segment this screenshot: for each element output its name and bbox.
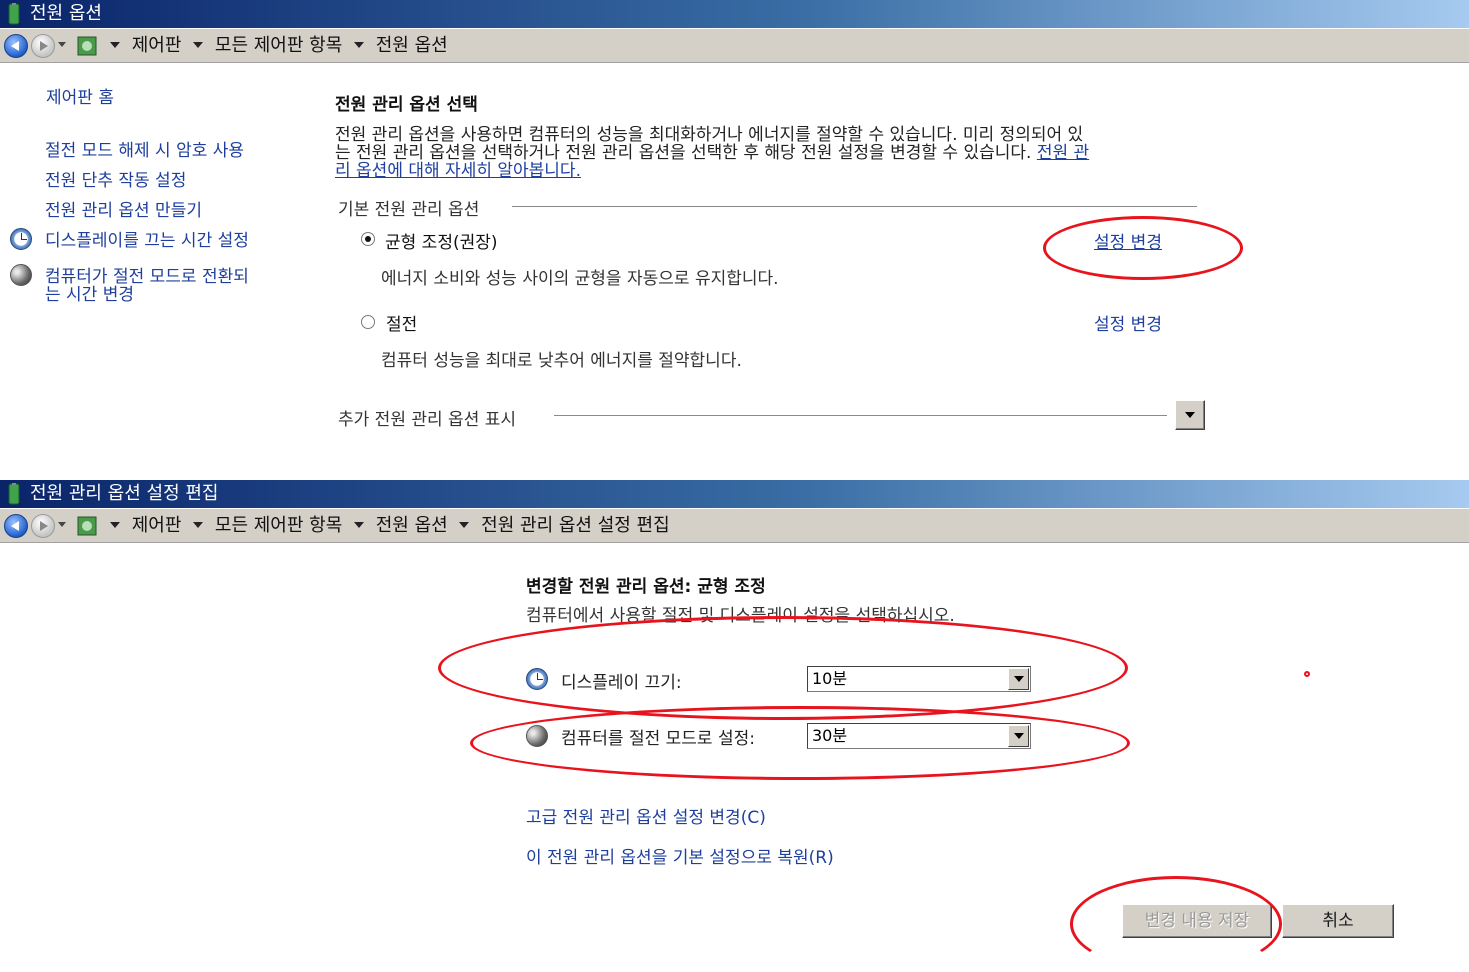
save-changes-button[interactable]: 변경 내용 저장 — [1122, 904, 1272, 938]
sleep-label: 컴퓨터를 절전 모드로 설정: — [561, 729, 755, 749]
display-off-value: 10분 — [812, 669, 848, 688]
history-dropdown-icon[interactable] — [58, 42, 66, 47]
plan-balanced-change-link[interactable]: 설정 변경 — [1094, 228, 1162, 253]
sleep-value: 30분 — [812, 726, 848, 745]
control-panel-icon — [77, 36, 97, 56]
window2-title: 전원 관리 옵션 설정 편집 — [30, 483, 219, 504]
clock-icon — [526, 668, 548, 690]
display-off-label: 디스플레이 끄기: — [561, 673, 682, 693]
plan-powersaver-description: 컴퓨터 성능을 최대로 낮추어 에너지를 절약합니다. — [381, 351, 742, 371]
sidebar-item-create-plan[interactable]: 전원 관리 옵션 만들기 — [45, 196, 202, 221]
breadcrumb-item[interactable]: 전원 관리 옵션 설정 편집 — [481, 515, 670, 536]
window1-titlebar: 전원 옵션 — [0, 0, 1469, 28]
breadcrumb-separator-icon[interactable] — [459, 522, 470, 528]
window1-address-bar: 제어판 모든 제어판 항목 전원 옵션 — [0, 28, 1469, 63]
forward-arrow-icon[interactable] — [31, 514, 55, 538]
plan-balanced-radio[interactable] — [361, 232, 375, 246]
forward-arrow-icon[interactable] — [31, 34, 55, 58]
sidebar-item-sleep-time-cont[interactable]: 는 시간 변경 — [45, 280, 134, 305]
learn-more-link[interactable]: 전원 관 — [1037, 143, 1089, 163]
moon-icon — [10, 264, 32, 286]
battery-icon — [8, 483, 20, 505]
restore-defaults-link[interactable]: 이 전원 관리 옵션을 기본 설정으로 복원(R) — [526, 843, 834, 868]
breadcrumb-separator-icon[interactable] — [354, 42, 364, 48]
breadcrumb-separator-icon[interactable] — [193, 522, 204, 528]
chevron-down-icon[interactable] — [1008, 725, 1029, 747]
back-arrow-icon[interactable] — [4, 34, 28, 58]
breadcrumb-item[interactable]: 제어판 — [132, 515, 182, 536]
breadcrumb-separator-icon[interactable] — [110, 522, 120, 528]
breadcrumb-item[interactable]: 제어판 — [132, 35, 182, 56]
chevron-down-icon[interactable] — [1008, 668, 1029, 690]
sleep-select[interactable]: 30분 — [807, 723, 1031, 749]
sidebar-home-link[interactable]: 제어판 홈 — [46, 83, 114, 108]
back-arrow-icon[interactable] — [4, 514, 28, 538]
breadcrumb-item[interactable]: 모든 제어판 항목 — [215, 515, 342, 536]
plan-powersaver-radio[interactable] — [361, 315, 375, 329]
group-label: 기본 전원 관리 옵션 — [338, 200, 480, 220]
sidebar-item-wake-password[interactable]: 절전 모드 해제 시 암호 사용 — [45, 136, 244, 161]
sidebar-item-power-buttons[interactable]: 전원 단추 작동 설정 — [45, 166, 186, 191]
edit-plan-title: 변경할 전원 관리 옵션: 균형 조정 — [526, 577, 766, 597]
breadcrumb-separator-icon[interactable] — [354, 522, 364, 528]
clock-icon — [10, 228, 32, 250]
sidebar-item-display-off[interactable]: 디스플레이를 끄는 시간 설정 — [45, 226, 249, 251]
window2-address-bar: 제어판 모든 제어판 항목 전원 옵션 전원 관리 옵션 설정 편집 — [0, 508, 1469, 543]
window1-title: 전원 옵션 — [30, 3, 102, 24]
learn-more-link-cont[interactable]: 리 옵션에 대해 자세히 알아봅니다. — [335, 156, 581, 181]
more-plans-label: 추가 전원 관리 옵션 표시 — [338, 410, 517, 430]
breadcrumb-item[interactable]: 전원 옵션 — [376, 515, 448, 536]
display-off-select[interactable]: 10분 — [807, 666, 1031, 692]
breadcrumb-item[interactable]: 전원 옵션 — [376, 35, 448, 56]
breadcrumb-separator-icon[interactable] — [193, 42, 204, 48]
breadcrumb: 제어판 모든 제어판 항목 전원 옵션 전원 관리 옵션 설정 편집 — [104, 509, 670, 544]
group-divider — [512, 206, 1197, 207]
plan-balanced-name[interactable]: 균형 조정(권장) — [385, 228, 498, 253]
moon-icon — [526, 725, 548, 747]
expand-chevron-icon[interactable] — [1175, 400, 1205, 430]
plan-balanced-description: 에너지 소비와 성능 사이의 균형을 자동으로 유지합니다. — [381, 269, 779, 289]
battery-icon — [8, 3, 20, 25]
control-panel-icon — [77, 516, 97, 536]
advanced-settings-link[interactable]: 고급 전원 관리 옵션 설정 변경(C) — [526, 803, 766, 828]
history-dropdown-icon[interactable] — [58, 522, 66, 527]
edit-plan-subtitle: 컴퓨터에서 사용할 절전 및 디스플레이 설정을 선택하십시오. — [526, 606, 955, 626]
more-plans-divider — [554, 415, 1167, 416]
breadcrumb-separator-icon[interactable] — [110, 42, 120, 48]
page-title: 전원 관리 옵션 선택 — [335, 95, 478, 115]
plan-powersaver-name[interactable]: 절전 — [386, 310, 417, 335]
cancel-button[interactable]: 취소 — [1282, 904, 1394, 938]
window2-titlebar: 전원 관리 옵션 설정 편집 — [0, 480, 1469, 508]
plan-powersaver-change-link[interactable]: 설정 변경 — [1094, 310, 1162, 335]
annotation-dot — [1304, 671, 1310, 677]
breadcrumb-item[interactable]: 모든 제어판 항목 — [215, 35, 342, 56]
breadcrumb: 제어판 모든 제어판 항목 전원 옵션 — [104, 29, 448, 64]
